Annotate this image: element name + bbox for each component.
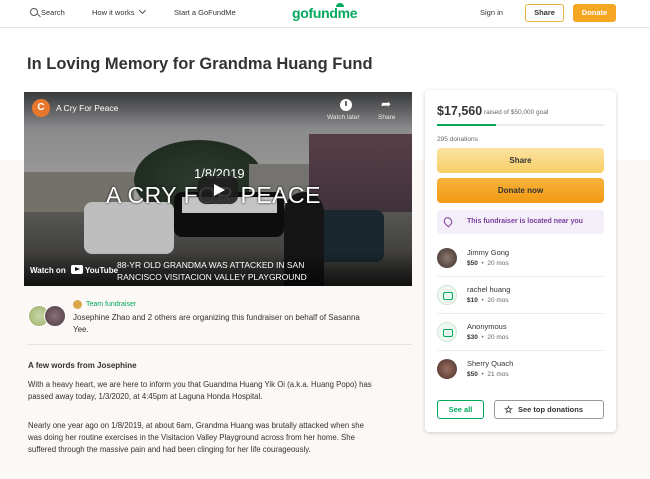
see-all-button[interactable]: See all bbox=[437, 400, 484, 419]
story-paragraph: Nearly one year ago on 1/8/2019, at abou… bbox=[28, 421, 364, 454]
donor-time: 20 mos bbox=[487, 334, 509, 341]
how-it-works-label: How it works bbox=[92, 8, 135, 17]
chevron-down-icon bbox=[138, 6, 146, 15]
location-text: This fundraiser is located near you bbox=[467, 218, 583, 225]
donor-row: Anonymous $30 • 20 mos bbox=[437, 315, 604, 351]
search-icon[interactable] bbox=[30, 8, 38, 16]
donation-icon bbox=[437, 285, 457, 305]
donor-avatar bbox=[437, 359, 457, 379]
donor-avatar bbox=[437, 248, 457, 268]
donor-name: Jimmy Gong bbox=[467, 248, 510, 257]
goal-text: raised of $50,000 goal bbox=[484, 109, 549, 116]
story-heading: A few words from Josephine bbox=[28, 361, 137, 370]
video-share-label[interactable]: Share bbox=[378, 114, 395, 121]
donor-row: Jimmy Gong $50 • 20 mos bbox=[437, 241, 604, 277]
start-gofundme-link[interactable]: Start a GoFundMe bbox=[174, 8, 236, 17]
donation-count: 295 donations bbox=[437, 136, 478, 143]
youtube-wordmark[interactable]: YouTube bbox=[85, 266, 118, 275]
donor-row: Sherry Quach $50 • 21 mos bbox=[437, 352, 604, 388]
see-top-donations-button[interactable]: ☆ See top donations bbox=[494, 400, 604, 419]
donation-icon bbox=[437, 322, 457, 342]
donor-meta: $30 • 20 mos bbox=[467, 334, 509, 341]
organizer-avatar[interactable] bbox=[44, 305, 66, 327]
watch-later-label[interactable]: Watch later bbox=[327, 114, 360, 121]
gofundme-logo[interactable]: gofundme bbox=[292, 5, 358, 21]
share-arrow-icon[interactable]: ➦ bbox=[381, 97, 391, 111]
amount-raised: $17,560 bbox=[437, 104, 483, 118]
donor-amount: $10 bbox=[467, 297, 478, 304]
clock-icon[interactable] bbox=[340, 99, 352, 111]
location-notice: This fundraiser is located near you bbox=[437, 210, 604, 234]
donor-meta: $50 • 21 mos bbox=[467, 371, 509, 378]
video-title[interactable]: A Cry For Peace bbox=[56, 103, 118, 113]
donor-time: 20 mos bbox=[487, 297, 509, 304]
page-title: In Loving Memory for Grandma Huang Fund bbox=[27, 55, 373, 73]
organizer-description: Josephine Zhao and 2 others are organizi… bbox=[73, 313, 360, 334]
donor-meta: $10 • 20 mos bbox=[467, 297, 509, 304]
donor-row: rachel huang $10 • 20 mos bbox=[437, 278, 604, 314]
video-caption-line: RANCISCO VISITACION VALLEY PLAYGROUND bbox=[117, 272, 307, 282]
donation-card: $17,560 raised of $50,000 goal 295 donat… bbox=[425, 90, 616, 432]
how-it-works-menu[interactable]: How it works bbox=[92, 6, 146, 17]
divider bbox=[27, 344, 412, 345]
play-button[interactable] bbox=[198, 176, 238, 204]
logo-sun-icon bbox=[336, 3, 344, 7]
location-pin-icon bbox=[441, 215, 455, 228]
team-fundraiser-label: Team fundraiser bbox=[86, 301, 137, 308]
video-caption-line: 88-YR OLD GRANDMA WAS ATTACKED IN SAN bbox=[117, 260, 305, 270]
donor-meta: $50 • 20 mos bbox=[467, 260, 509, 267]
channel-avatar[interactable]: C bbox=[32, 99, 50, 117]
see-top-donations-label: See top donations bbox=[518, 405, 584, 414]
top-navigation-bar: Search How it works Start a GoFundMe gof… bbox=[0, 0, 650, 28]
header-donate-button[interactable]: Donate bbox=[573, 4, 616, 22]
sign-in-link[interactable]: Sign in bbox=[480, 8, 503, 17]
youtube-icon[interactable] bbox=[71, 265, 83, 274]
progress-bar bbox=[437, 124, 604, 126]
donate-now-button[interactable]: Donate now bbox=[437, 178, 604, 203]
search-link[interactable]: Search bbox=[41, 8, 65, 17]
star-icon: ☆ bbox=[504, 405, 513, 416]
donor-time: 21 mos bbox=[487, 371, 509, 378]
donor-name: rachel huang bbox=[467, 285, 511, 294]
donor-amount: $50 bbox=[467, 371, 478, 378]
team-icon bbox=[73, 300, 82, 309]
donor-amount: $50 bbox=[467, 260, 478, 267]
donor-time: 20 mos bbox=[487, 260, 509, 267]
share-button[interactable]: Share bbox=[437, 148, 604, 173]
video-player[interactable]: C A Cry For Peace Watch later ➦ Share 1/… bbox=[24, 92, 412, 286]
story-paragraph: With a heavy heart, we are here to infor… bbox=[28, 380, 372, 401]
header-share-button[interactable]: Share bbox=[525, 4, 564, 22]
watch-on-label[interactable]: Watch on bbox=[30, 266, 66, 275]
donor-amount: $30 bbox=[467, 334, 478, 341]
donor-name: Sherry Quach bbox=[467, 359, 514, 368]
progress-bar-fill bbox=[437, 124, 496, 126]
donor-name: Anonymous bbox=[467, 322, 507, 331]
